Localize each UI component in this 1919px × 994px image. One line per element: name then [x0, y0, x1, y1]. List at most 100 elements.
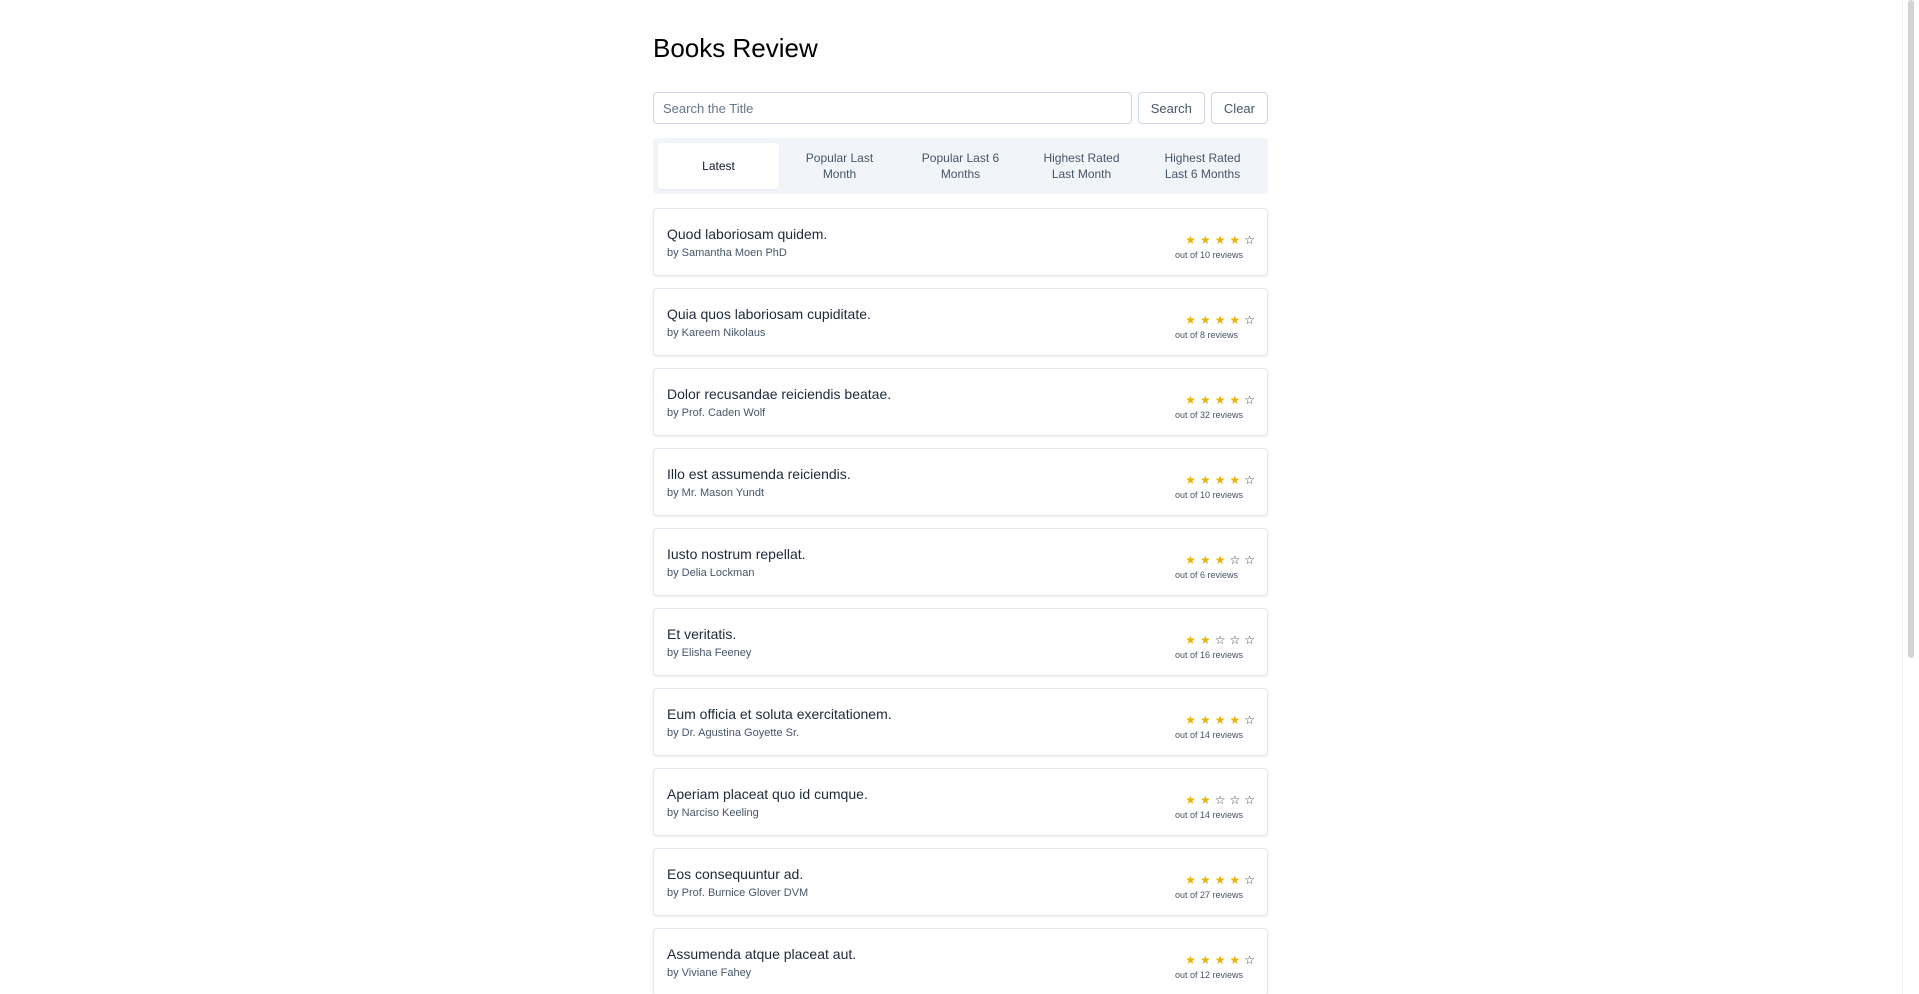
review-count: out of 10 reviews [1175, 249, 1244, 260]
scrollbar[interactable] [1902, 0, 1919, 994]
book-rating: ★ ★ ★ ★ ☆ out of 32 reviews [1175, 385, 1255, 420]
book-item[interactable]: Eos consequuntur ad. by Prof. Burnice Glo… [653, 848, 1268, 916]
star-filled-icon: ★ [1199, 392, 1211, 407]
star-filled-icon: ★ [1185, 472, 1196, 487]
star-filled-icon: ★ [1185, 312, 1196, 327]
review-count: out of 32 reviews [1175, 409, 1244, 420]
book-author: by Delia Lockman [667, 566, 755, 579]
book-list: Quod laboriosam quidem. by Samantha Moen … [653, 208, 1268, 994]
star-filled-icon: ★ [1199, 232, 1211, 247]
star-filled-icon: ★ [1214, 872, 1226, 887]
page: Books Review Search Clear Latest Popular… [0, 0, 1919, 994]
tab-latest[interactable]: Latest [658, 143, 779, 189]
book-rating: ★ ★ ★ ★ ☆ out of 12 reviews [1175, 945, 1255, 980]
search-button[interactable]: Search [1137, 92, 1205, 124]
book-title[interactable]: Eos consequuntur ad. [667, 865, 808, 883]
star-empty-icon: ☆ [1244, 952, 1255, 967]
book-rating: ★ ★ ☆ ☆ ☆ out of 14 reviews [1175, 785, 1255, 820]
book-author: by Dr. Agustina Goyette Sr. [667, 726, 800, 739]
book-item[interactable]: Et veritatis. by Elisha Feeney ★ ★ ☆ ☆ ☆ out of… [653, 608, 1268, 676]
book-item[interactable]: Eum officia et soluta exercitationem. by … [653, 688, 1268, 756]
tab-popular-last-month[interactable]: Popular Last Month [779, 143, 900, 189]
star-empty-icon: ☆ [1214, 792, 1226, 807]
star-rating: ★ ★ ★ ★ ☆ [1185, 313, 1255, 327]
star-filled-icon: ★ [1229, 712, 1241, 727]
review-count: out of 6 reviews [1175, 569, 1239, 580]
star-filled-icon: ★ [1185, 792, 1196, 807]
book-item[interactable]: Quia quos laboriosam cupiditate. by Karee… [653, 288, 1268, 356]
search-input[interactable] [653, 92, 1132, 124]
star-filled-icon: ★ [1199, 312, 1211, 327]
tab-popular-last-6-months[interactable]: Popular Last 6 Months [900, 143, 1021, 189]
book-item[interactable]: Aperiam placeat quo id cumque. by Narciso… [653, 768, 1268, 836]
scrollbar-thumb[interactable] [1908, 0, 1914, 658]
star-filled-icon: ★ [1185, 712, 1196, 727]
book-info: Eos consequuntur ad. by Prof. Burnice Glo… [667, 865, 808, 900]
star-filled-icon: ★ [1199, 712, 1211, 727]
review-count: out of 16 reviews [1175, 649, 1244, 660]
book-author: by Mr. Mason Yundt [667, 486, 765, 499]
star-rating: ★ ★ ★ ★ ☆ [1185, 953, 1255, 967]
star-filled-icon: ★ [1229, 392, 1241, 407]
book-rating: ★ ★ ★ ★ ☆ out of 8 reviews [1175, 305, 1255, 340]
review-count: out of 8 reviews [1175, 329, 1239, 340]
book-info: Quod laboriosam quidem. by Samantha Moen … [667, 225, 827, 260]
star-empty-icon: ☆ [1214, 632, 1226, 647]
book-author: by Samantha Moen PhD [667, 246, 787, 259]
star-filled-icon: ★ [1185, 632, 1196, 647]
star-filled-icon: ★ [1185, 552, 1196, 567]
star-filled-icon: ★ [1199, 472, 1211, 487]
review-count: out of 14 reviews [1175, 809, 1244, 820]
star-empty-icon: ☆ [1229, 632, 1241, 647]
book-info: Illo est assumenda reiciendis. by Mr. Mas… [667, 465, 851, 500]
star-filled-icon: ★ [1214, 472, 1226, 487]
star-rating: ★ ★ ☆ ☆ ☆ [1185, 793, 1255, 807]
star-empty-icon: ☆ [1244, 552, 1255, 567]
book-rating: ★ ★ ★ ★ ☆ out of 10 reviews [1175, 225, 1255, 260]
star-empty-icon: ☆ [1244, 872, 1255, 887]
star-filled-icon: ★ [1199, 552, 1211, 567]
book-info: Aperiam placeat quo id cumque. by Narciso… [667, 785, 868, 820]
book-item[interactable]: Quod laboriosam quidem. by Samantha Moen … [653, 208, 1268, 276]
book-title[interactable]: Aperiam placeat quo id cumque. [667, 785, 868, 803]
tab-highest-rated-last-month[interactable]: Highest Rated Last Month [1021, 143, 1142, 189]
book-title[interactable]: Eum officia et soluta exercitationem. [667, 705, 892, 723]
star-filled-icon: ★ [1185, 872, 1196, 887]
book-title[interactable]: Et veritatis. [667, 625, 751, 643]
book-rating: ★ ★ ★ ★ ☆ out of 10 reviews [1175, 465, 1255, 500]
book-title[interactable]: Assumenda atque placeat aut. [667, 945, 856, 963]
book-info: Eum officia et soluta exercitationem. by … [667, 705, 892, 740]
book-author: by Elisha Feeney [667, 646, 752, 659]
star-rating: ★ ★ ★ ★ ☆ [1185, 393, 1255, 407]
tab-highest-rated-last-6-months[interactable]: Highest Rated Last 6 Months [1142, 143, 1263, 189]
star-rating: ★ ★ ★ ★ ☆ [1185, 473, 1255, 487]
book-item[interactable]: Iusto nostrum repellat. by Delia Lockman ★… [653, 528, 1268, 596]
book-title[interactable]: Quia quos laboriosam cupiditate. [667, 305, 871, 323]
book-title[interactable]: Dolor recusandae reiciendis beatae. [667, 385, 891, 403]
star-filled-icon: ★ [1185, 232, 1196, 247]
star-filled-icon: ★ [1214, 712, 1226, 727]
star-empty-icon: ☆ [1244, 712, 1255, 727]
review-count: out of 12 reviews [1175, 969, 1244, 980]
book-info: Quia quos laboriosam cupiditate. by Karee… [667, 305, 871, 340]
star-rating: ★ ★ ☆ ☆ ☆ [1185, 633, 1255, 647]
clear-button[interactable]: Clear [1210, 92, 1268, 124]
star-filled-icon: ★ [1199, 872, 1211, 887]
book-author: by Viviane Fahey [667, 966, 752, 979]
book-title[interactable]: Illo est assumenda reiciendis. [667, 465, 851, 483]
review-count: out of 14 reviews [1175, 729, 1244, 740]
book-item[interactable]: Dolor recusandae reiciendis beatae. by Pr… [653, 368, 1268, 436]
book-item[interactable]: Assumenda atque placeat aut. by Viviane F… [653, 928, 1268, 994]
book-author: by Prof. Burnice Glover DVM [667, 886, 809, 899]
book-title[interactable]: Iusto nostrum repellat. [667, 545, 806, 563]
star-filled-icon: ★ [1229, 232, 1241, 247]
star-empty-icon: ☆ [1244, 632, 1255, 647]
star-filled-icon: ★ [1199, 632, 1211, 647]
book-info: Assumenda atque placeat aut. by Viviane F… [667, 945, 856, 980]
star-rating: ★ ★ ★ ★ ☆ [1185, 873, 1255, 887]
review-count: out of 10 reviews [1175, 489, 1244, 500]
star-filled-icon: ★ [1229, 472, 1241, 487]
book-title[interactable]: Quod laboriosam quidem. [667, 225, 827, 243]
star-filled-icon: ★ [1199, 952, 1211, 967]
book-item[interactable]: Illo est assumenda reiciendis. by Mr. Mas… [653, 448, 1268, 516]
